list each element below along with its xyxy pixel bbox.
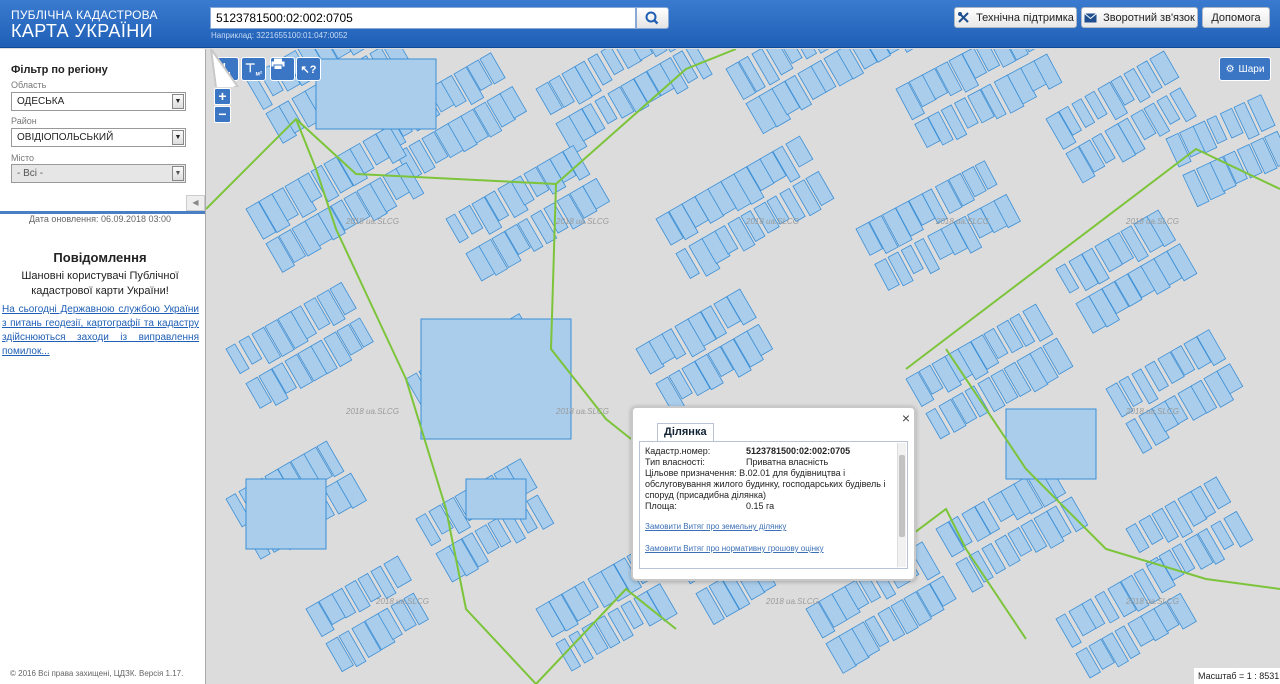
parcel-info-popup: × Ділянка Кадастр.номер: 5123781500:02:0… <box>631 406 916 581</box>
map-watermark: 2018 ua.SLCG <box>345 217 399 226</box>
purpose-label: Цільове призначення: <box>645 468 737 478</box>
map-watermark: 2018 ua.SLCG <box>765 597 819 606</box>
raion-label: Район <box>11 116 37 126</box>
support-button[interactable]: Технічна підтримка <box>954 7 1077 28</box>
map-watermark: 2018 ua.SLCG <box>1125 217 1179 226</box>
purpose-row: Цільове призначення: В.02.01 для будівни… <box>645 468 895 501</box>
search-icon <box>645 11 659 25</box>
feedback-button[interactable]: Зворотний зв'язок <box>1081 7 1198 28</box>
raion-select[interactable]: ОВІДІОПОЛЬСЬКИЙ ▼ <box>11 128 186 147</box>
map-watermark: 2018 ua.SLCG <box>1125 407 1179 416</box>
cadastral-map[interactable]: 2018 ua.SLCG 2018 ua.SLCG 2018 ua.SLCG 2018… <box>206 49 1280 684</box>
logo-line-2: КАРТА УКРАЇНИ <box>11 21 153 41</box>
chevron-down-icon: ▼ <box>172 130 184 145</box>
tab-parcel[interactable]: Ділянка <box>657 423 714 441</box>
zoom-in-button[interactable]: + <box>214 88 231 105</box>
cadastre-number-value: 5123781500:02:002:0705 <box>746 446 851 456</box>
raion-value: ОВІДІОПОЛЬСЬКИЙ <box>17 132 114 143</box>
envelope-icon <box>1084 12 1097 22</box>
popup-pointer <box>210 49 240 87</box>
chevron-down-icon: ▼ <box>172 166 184 181</box>
map-watermark: 2018 ua.SLCG <box>375 597 429 606</box>
help-button[interactable]: Допомога <box>1202 7 1270 28</box>
close-icon[interactable]: × <box>902 410 910 426</box>
parcel-layer <box>225 49 1280 679</box>
map-canvas[interactable]: 2018 ua.SLCG 2018 ua.SLCG 2018 ua.SLCG 2018… <box>206 49 1280 684</box>
gear-icon: ⚙ <box>1225 63 1235 75</box>
help-label: Допомога <box>1211 11 1261 24</box>
order-valuation-extract-link[interactable]: Замовити Витяг про нормативну грошову оц… <box>645 544 824 553</box>
city-value: - Всі - <box>17 168 44 179</box>
area-ruler-icon: ⊤м² <box>245 60 262 78</box>
scrollbar-thumb[interactable] <box>899 455 905 537</box>
search-hint: Наприклад: 3221655100:01:047:0052 <box>211 31 348 40</box>
region-filter-sidebar: Фільтр по регіону Область ОДЕСЬКА ▼ Райо… <box>0 49 206 684</box>
feedback-label: Зворотний зв'язок <box>1103 11 1195 24</box>
popup-scrollbar[interactable] <box>897 443 906 567</box>
news-title: Повідомлення <box>53 250 147 265</box>
news-link[interactable]: На сьогодні Державною службою України з … <box>2 303 199 359</box>
support-label: Технічна підтримка <box>976 11 1074 24</box>
search-button[interactable] <box>636 7 669 29</box>
map-watermark: 2018 ua.SLCG <box>555 217 609 226</box>
app-header: ПУБЛІЧНА КАДАСТРОВА КАРТА УКРАЇНИ Наприк… <box>0 0 1280 48</box>
layers-label: Шари <box>1238 63 1265 75</box>
identify-button[interactable]: ↖? <box>296 57 321 81</box>
chevron-down-icon: ▼ <box>172 94 184 109</box>
large-parcel[interactable] <box>1005 408 1097 480</box>
large-parcel[interactable] <box>420 318 572 440</box>
ownership-value: Приватна власність <box>746 457 829 467</box>
map-watermark: 2018 ua.SLCG <box>555 407 609 416</box>
layers-button[interactable]: ⚙ Шари <box>1219 57 1271 81</box>
oblast-label: Область <box>11 80 47 90</box>
order-parcel-extract-link[interactable]: Замовити Витяг про земельну ділянку <box>645 522 786 531</box>
ownership-label: Тип власності: <box>645 457 705 467</box>
filter-title: Фільтр по регіону <box>11 64 108 76</box>
pointer-question-icon: ↖? <box>300 63 317 76</box>
print-button[interactable] <box>270 57 295 81</box>
oblast-value: ОДЕСЬКА <box>17 96 65 107</box>
printer-icon <box>271 58 285 70</box>
app-logo[interactable]: ПУБЛІЧНА КАДАСТРОВА КАРТА УКРАЇНИ <box>11 9 158 41</box>
cadastre-number-label: Кадастр.номер: <box>645 446 711 456</box>
collapse-sidebar-button[interactable]: ◀ <box>186 195 205 211</box>
area-value: 0.15 га <box>746 501 775 511</box>
area-label: Площа: <box>645 501 677 511</box>
news-subtitle: Шановні користувачі Публічної кадастрово… <box>21 270 179 297</box>
city-label: Місто <box>11 153 35 163</box>
large-parcel[interactable] <box>315 58 437 130</box>
large-parcel[interactable] <box>465 478 527 520</box>
scale-indicator: Масштаб = 1 : 8531 <box>1194 668 1280 684</box>
zoom-out-button[interactable]: − <box>214 106 231 123</box>
city-select[interactable]: - Всі - ▼ <box>11 164 186 183</box>
map-watermark: 2018 ua.SLCG <box>1125 597 1179 606</box>
copyright: © 2016 Всі права захищені, ЦДЗК. Версія … <box>10 669 184 678</box>
parcel-details: Кадастр.номер: 5123781500:02:002:0705 Ти… <box>639 441 908 569</box>
cadastre-search-input[interactable] <box>210 7 636 29</box>
map-watermark: 2018 ua.SLCG <box>345 407 399 416</box>
tools-icon <box>958 12 969 23</box>
oblast-select[interactable]: ОДЕСЬКА ▼ <box>11 92 186 111</box>
map-watermark: 2018 ua.SLCG <box>935 217 989 226</box>
map-watermark: 2018 ua.SLCG <box>745 217 799 226</box>
update-date: Дата оновлення: 06.09.2018 03:00 <box>28 214 172 224</box>
large-parcel[interactable] <box>245 478 327 550</box>
